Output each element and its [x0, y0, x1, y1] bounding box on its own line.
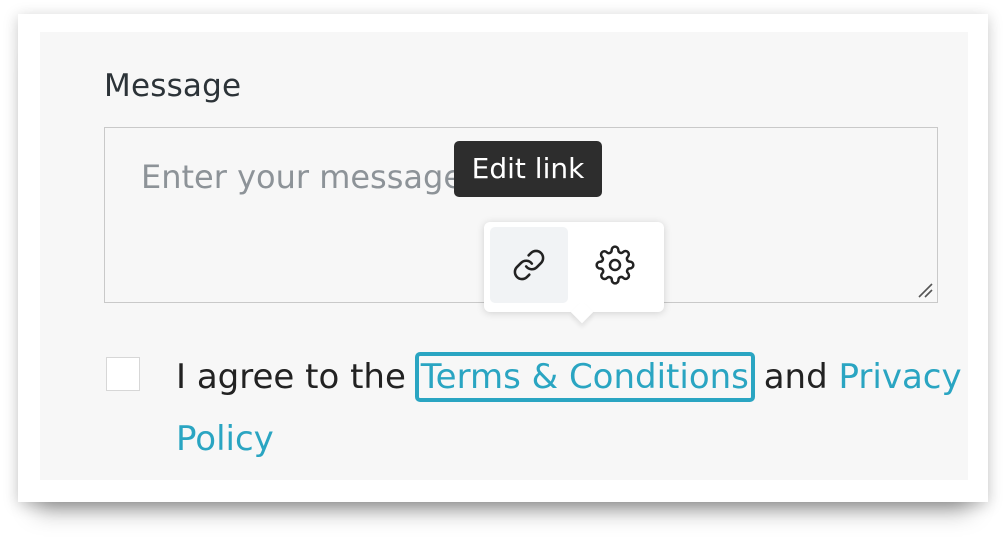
agree-prefix: I agree to the — [176, 357, 406, 397]
agree-checkbox[interactable] — [106, 357, 140, 391]
edit-link-button[interactable] — [490, 227, 568, 303]
link-settings-button[interactable] — [576, 227, 654, 303]
link-icon — [513, 249, 545, 281]
edit-link-tooltip: Edit link — [454, 141, 602, 197]
gear-icon — [595, 245, 635, 285]
form-panel: Message Enter your message Edit link I a… — [40, 32, 968, 480]
terms-link[interactable]: Terms & Conditions — [414, 352, 755, 402]
message-label: Message — [104, 68, 242, 104]
popover-arrow — [570, 300, 594, 324]
message-placeholder: Enter your message — [141, 158, 463, 196]
agree-label: I agree to the Terms & Conditions and Pr… — [176, 346, 966, 470]
agree-conjunction: and — [763, 357, 828, 397]
link-popover — [484, 222, 664, 324]
resize-handle-icon[interactable] — [915, 280, 933, 298]
form-card: Message Enter your message Edit link I a… — [18, 14, 988, 502]
